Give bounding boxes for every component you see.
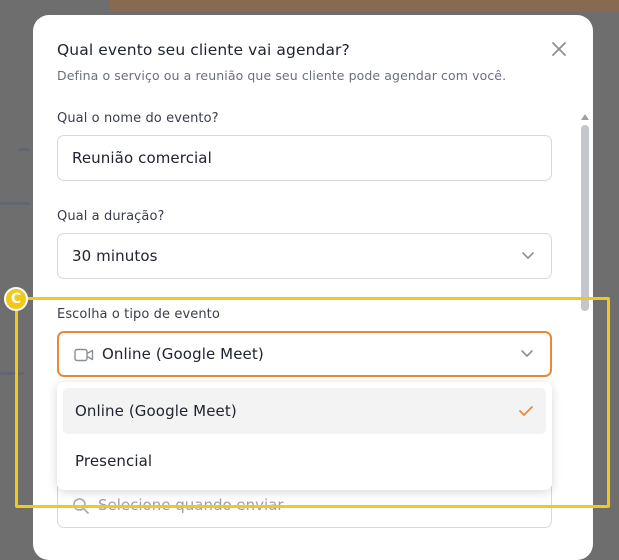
event-name-input[interactable]: Reunião comercial <box>57 135 552 181</box>
duration-label: Qual a duração? <box>57 209 165 224</box>
chevron-down-icon <box>522 252 534 259</box>
annotation-badge: C <box>4 287 28 311</box>
duration-value: 30 minutos <box>72 247 158 265</box>
background-text <box>0 202 30 205</box>
event-name-label: Qual o nome do evento? <box>57 111 219 126</box>
background-banner <box>110 0 619 12</box>
event-name-value: Reunião comercial <box>72 149 212 167</box>
scroll-up-arrow[interactable] <box>581 114 589 120</box>
annotation-highlight-box <box>15 297 610 508</box>
close-icon[interactable] <box>549 39 569 59</box>
modal-subtitle: Defina o serviço ou a reunião que seu cl… <box>57 68 507 83</box>
background-text <box>18 148 30 151</box>
scrollbar-thumb[interactable] <box>581 125 589 311</box>
modal-title: Qual evento seu cliente vai agendar? <box>57 41 350 59</box>
duration-select[interactable]: 30 minutos <box>57 233 552 279</box>
